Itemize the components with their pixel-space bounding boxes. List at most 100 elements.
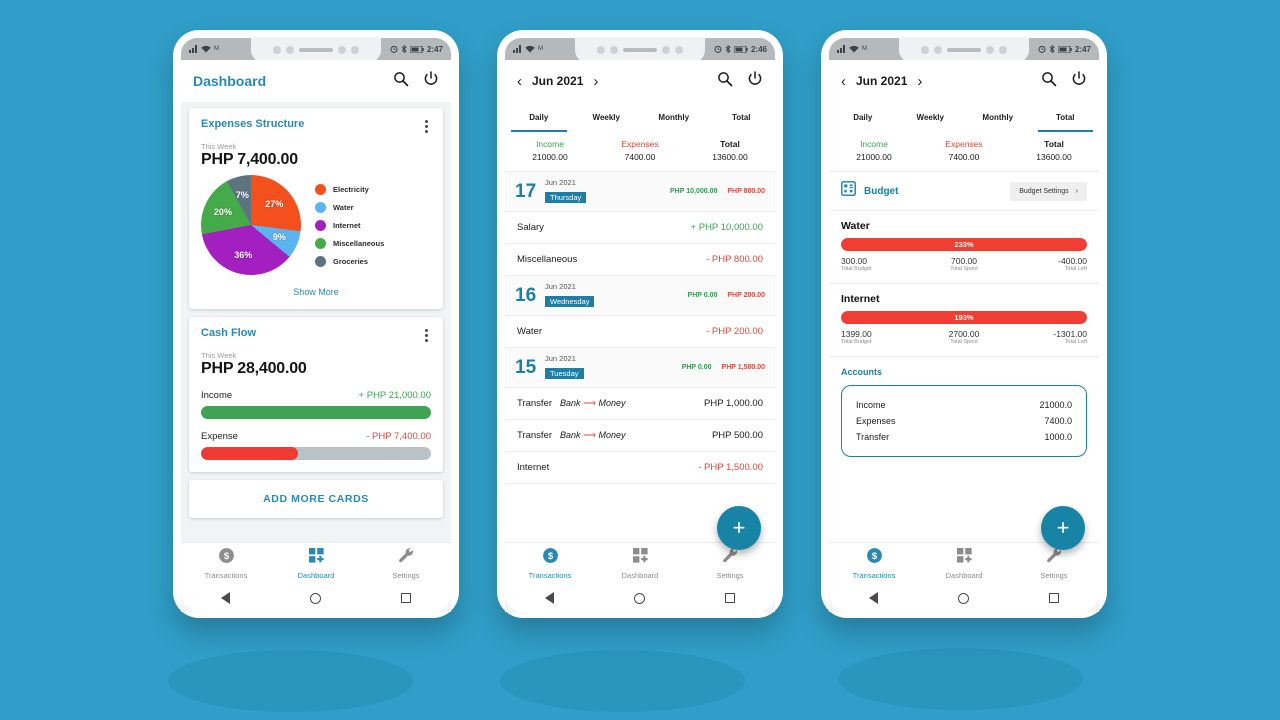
home-icon[interactable] bbox=[310, 592, 321, 604]
chevron-left-icon[interactable]: ‹ bbox=[841, 74, 846, 89]
tab-total[interactable]: Total bbox=[1032, 102, 1100, 132]
transfer-direction: Bank ⟶ Money bbox=[560, 430, 626, 440]
grid-plus-icon bbox=[308, 547, 325, 569]
summary-value: 13600.00 bbox=[712, 152, 748, 162]
svg-text:$: $ bbox=[871, 551, 877, 562]
bottom-nav-item-transactions[interactable]: $ Transactions bbox=[829, 547, 919, 580]
tab-total[interactable]: Total bbox=[708, 102, 776, 132]
budget-progress-bar: 193% bbox=[841, 311, 1087, 324]
budget-settings-button[interactable]: Budget Settings › bbox=[1010, 181, 1087, 201]
summary-row: Income 21000.00 Expenses 7400.00 Total 13600.… bbox=[829, 132, 1099, 172]
current-month-label[interactable]: Jun 2021 bbox=[856, 74, 907, 88]
earpiece-speaker bbox=[299, 48, 333, 52]
legend-swatch bbox=[315, 237, 326, 249]
svg-text:$: $ bbox=[223, 551, 229, 562]
transaction-row[interactable]: Water - PHP 200.00 bbox=[505, 316, 775, 348]
cash-flow-row-value: + PHP 21,000.00 bbox=[358, 390, 431, 401]
kebab-menu-icon[interactable] bbox=[422, 118, 431, 135]
sensor-dot-icon bbox=[351, 46, 359, 54]
card-title: Cash Flow bbox=[201, 327, 257, 339]
summary-header: Expenses bbox=[621, 139, 659, 149]
account-label: Transfer bbox=[856, 432, 890, 442]
alarm-icon bbox=[1038, 45, 1046, 53]
back-icon[interactable] bbox=[221, 592, 230, 604]
cash-flow-progress-bar bbox=[201, 406, 431, 419]
bottom-nav-item-transactions[interactable]: $ Transactions bbox=[181, 547, 271, 580]
bottom-navigation: $ Transactions Dashboard Settings bbox=[181, 542, 451, 584]
pie-chart-legend: Electricity Water Internet Miscellaneous Gro… bbox=[315, 183, 384, 267]
summary-header: Expenses bbox=[945, 139, 983, 149]
tab-daily[interactable]: Daily bbox=[829, 102, 897, 132]
search-icon[interactable] bbox=[717, 71, 733, 92]
power-icon[interactable] bbox=[1071, 70, 1087, 92]
status-bar-right-icons: 2:46 bbox=[714, 45, 767, 54]
chevron-right-icon[interactable]: › bbox=[593, 74, 598, 89]
power-icon[interactable] bbox=[747, 70, 763, 92]
search-icon[interactable] bbox=[393, 71, 409, 92]
total-left-key: Total Left bbox=[1064, 339, 1087, 345]
add-transaction-fab[interactable]: + bbox=[1041, 506, 1085, 550]
sensor-dot-icon bbox=[999, 46, 1007, 54]
transaction-row[interactable]: Internet - PHP 1,500.00 bbox=[505, 452, 775, 484]
transaction-row[interactable]: Transfer Bank ⟶ Money PHP 1,000.00 bbox=[505, 388, 775, 420]
bottom-nav-item-dashboard[interactable]: Dashboard bbox=[919, 547, 1009, 580]
summary-total: Total 13600.00 bbox=[685, 139, 775, 162]
day-weekday-badge: Tuesday bbox=[545, 368, 584, 379]
tab-daily[interactable]: Daily bbox=[505, 102, 573, 132]
chevron-right-icon[interactable]: › bbox=[917, 74, 922, 89]
bottom-nav-item-dashboard[interactable]: Dashboard bbox=[595, 547, 685, 580]
period-tabs: Daily Weekly Monthly Total bbox=[829, 102, 1099, 132]
bottom-nav-item-settings[interactable]: Settings bbox=[361, 547, 451, 580]
chevron-left-icon[interactable]: ‹ bbox=[517, 74, 522, 89]
bottom-nav-item-settings[interactable]: Settings bbox=[685, 547, 775, 580]
budget-item[interactable]: Water 233% 300.00 Total Budget 700.00 Total S… bbox=[829, 211, 1099, 284]
home-icon[interactable] bbox=[958, 592, 969, 604]
back-icon[interactable] bbox=[869, 592, 878, 604]
budget-header: Budget Budget Settings › bbox=[829, 172, 1099, 211]
chevron-right-icon: › bbox=[1075, 187, 1078, 195]
summary-total: Total 13600.00 bbox=[1009, 139, 1099, 162]
kebab-menu-icon[interactable] bbox=[422, 327, 431, 344]
status-bar-time: 2:47 bbox=[1074, 44, 1091, 54]
sensor-dot-icon bbox=[597, 46, 605, 54]
home-icon[interactable] bbox=[634, 592, 645, 604]
current-month-label[interactable]: Jun 2021 bbox=[532, 74, 583, 88]
recents-icon[interactable] bbox=[1049, 593, 1059, 603]
cash-flow-row: Expense - PHP 7,400.00 bbox=[201, 431, 431, 460]
budget-settings-label: Budget Settings bbox=[1019, 187, 1069, 195]
add-transaction-fab[interactable]: + bbox=[717, 506, 761, 550]
dashboard-cards-scroll[interactable]: Expenses Structure This Week PHP 7,400.0… bbox=[181, 102, 451, 542]
summary-header: Total bbox=[1044, 139, 1064, 149]
transaction-amount: - PHP 1,500.00 bbox=[698, 462, 763, 473]
bottom-nav-item-dashboard[interactable]: Dashboard bbox=[271, 547, 361, 580]
summary-value: 7400.00 bbox=[624, 152, 656, 162]
accounts-card[interactable]: Income 21000.0 Expenses 7400.0 Transfer 1000.… bbox=[841, 385, 1087, 457]
tab-monthly[interactable]: Monthly bbox=[964, 102, 1032, 132]
grid-plus-icon bbox=[956, 547, 973, 569]
transaction-row[interactable]: Transfer Bank ⟶ Money PHP 500.00 bbox=[505, 420, 775, 452]
tab-weekly[interactable]: Weekly bbox=[573, 102, 641, 132]
phone-dashboard: M 2:47 Dashboard Expenses Structure This… bbox=[173, 30, 459, 618]
budget-scroll[interactable]: Budget Budget Settings › Water 233% 300.00… bbox=[829, 172, 1099, 542]
add-more-cards-button[interactable]: ADD MORE CARDS bbox=[189, 480, 443, 518]
total-left-value: -400.00 bbox=[1058, 256, 1087, 266]
recents-icon[interactable] bbox=[401, 593, 411, 603]
transaction-row[interactable]: Miscellaneous - PHP 800.00 bbox=[505, 244, 775, 276]
transaction-list[interactable]: 17 Jun 2021 Thursday PHP 10,000.00 PHP 800.0… bbox=[505, 172, 775, 542]
bottom-nav-item-settings[interactable]: Settings bbox=[1009, 547, 1099, 580]
recents-icon[interactable] bbox=[725, 593, 735, 603]
sensor-dot-icon bbox=[273, 46, 281, 54]
power-icon[interactable] bbox=[423, 70, 439, 92]
search-icon[interactable] bbox=[1041, 71, 1057, 92]
budget-title: Budget bbox=[864, 185, 899, 197]
budget-item[interactable]: Internet 193% 1399.00 Total Budget 2700.00 To… bbox=[829, 284, 1099, 357]
back-icon[interactable] bbox=[545, 592, 554, 604]
summary-value: 13600.00 bbox=[1036, 152, 1072, 162]
tab-weekly[interactable]: Weekly bbox=[897, 102, 965, 132]
bottom-nav-item-transactions[interactable]: $ Transactions bbox=[505, 547, 595, 580]
show-more-link[interactable]: Show More bbox=[201, 287, 431, 297]
account-label: Expenses bbox=[856, 416, 896, 426]
phone2-screen: ‹ Jun 2021 › Daily Weekly Monthly Total Inc… bbox=[505, 60, 775, 612]
transaction-row[interactable]: Salary + PHP 10,000.00 bbox=[505, 212, 775, 244]
tab-monthly[interactable]: Monthly bbox=[640, 102, 708, 132]
